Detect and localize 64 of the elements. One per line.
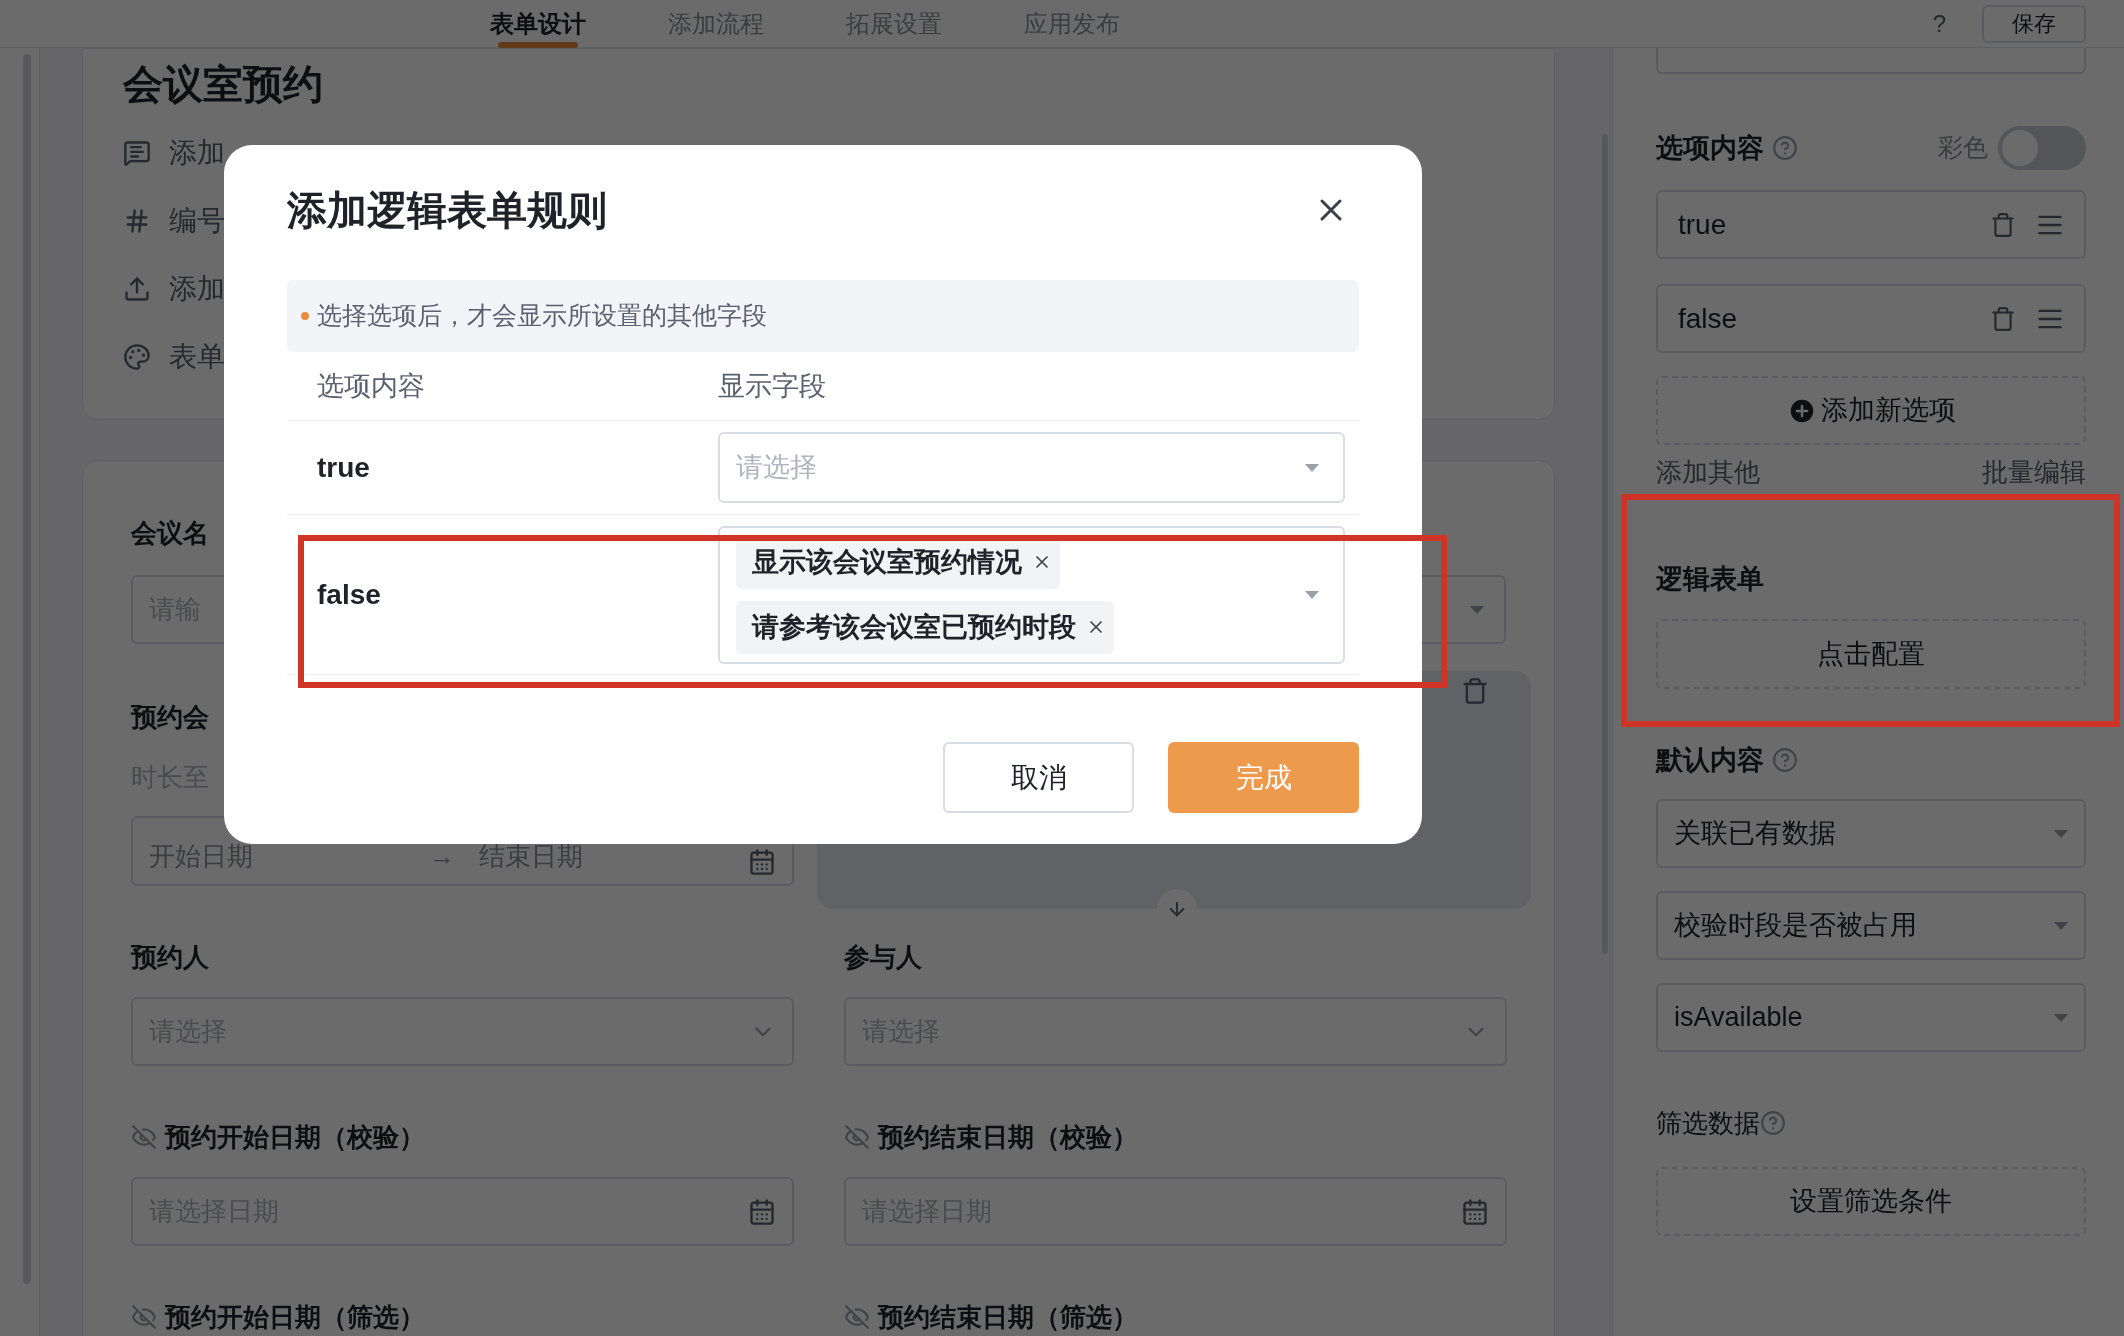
trash-icon[interactable] [1990,211,2016,238]
help-icon [1772,747,1798,773]
cancel-button[interactable]: 取消 [943,742,1134,813]
select-field[interactable]: 关联已有数据 [1656,799,2086,868]
field-select[interactable]: 请选择 [718,432,1345,503]
caret-icon [2054,829,2068,838]
help-icon [1760,1110,1786,1136]
caret-icon [2054,921,2068,930]
dialog-title: 添加逻辑表单规则 [287,187,607,234]
action-link[interactable]: 编号 [169,200,225,242]
field-label: 预约人 [131,941,209,973]
form-title: 会议室预约 [123,61,324,108]
help-button[interactable]: ? [1932,5,1946,42]
action-link[interactable]: 添加 [169,268,225,310]
help-icon [1772,135,1798,161]
trash-icon[interactable] [1990,305,2016,332]
message-icon [123,139,151,167]
section-title: 选项内容 [1656,131,1764,165]
add-option-button[interactable]: 添加新选项 [1656,376,2086,445]
action-link[interactable]: 表单 [169,336,225,378]
eye-off-icon [131,1124,157,1150]
caret-icon [1470,605,1484,614]
action-link[interactable]: 添加 [169,132,225,174]
option-value: false [317,577,382,612]
trash-icon [1461,677,1489,705]
field-label: 预约会 [131,701,209,733]
eye-off-icon [131,1304,157,1330]
nav-tab[interactable]: 表单设计 [470,0,606,48]
calendar-icon [748,848,776,876]
save-button[interactable]: 保存 [1982,4,2086,43]
filter-button[interactable]: 设置筛选条件 [1656,1167,2086,1236]
field-label: 预约结束日期（筛选） [878,1301,1138,1333]
caret-icon [2054,1013,2068,1022]
notice-text: 选择选项后，才会显示所设置的其他字段 [317,300,767,332]
done-button[interactable]: 完成 [1168,742,1359,813]
palette-icon [123,343,151,371]
configure-button[interactable]: 点击配置 [1656,619,2086,689]
field-label: 预约开始日期（筛选） [165,1301,425,1333]
option-field[interactable]: true [1656,190,2086,259]
bullet-icon [301,312,309,320]
field-label: 参与人 [844,941,922,973]
upload-icon [123,275,151,303]
section-title: 筛选数据 [1656,1106,1760,1140]
caret-icon [1305,590,1319,599]
field-label: 预约开始日期（校验） [165,1121,425,1153]
section-title: 逻辑表单 [1656,563,1765,596]
eye-off-icon [844,1124,870,1150]
eye-off-icon [844,1304,870,1330]
option-value: true [317,450,371,485]
field-label: 预约结束日期（校验） [878,1121,1138,1153]
column-header: 显示字段 [718,369,826,403]
batch-edit-link[interactable]: 批量编辑 [1982,453,2086,489]
add-other-link[interactable]: 添加其他 [1656,453,1760,489]
field-label: 会议名 [131,517,209,549]
column-header: 选项内容 [317,369,426,403]
calendar-icon [748,1197,776,1226]
field-select[interactable]: 显示该会议室预约情况 请参考该会议室已预约时段 [718,525,1345,664]
option-field[interactable]: false [1656,284,2086,353]
select-field[interactable]: 校验时段是否被占用 [1656,891,2086,960]
field-tag: 请参考该会议室已预约时段 [736,600,1114,654]
calendar-icon [1461,1197,1489,1226]
section-title: 默认内容 [1656,743,1764,777]
select-field[interactable]: isAvailable [1656,983,2086,1052]
caret-icon [1305,463,1319,472]
